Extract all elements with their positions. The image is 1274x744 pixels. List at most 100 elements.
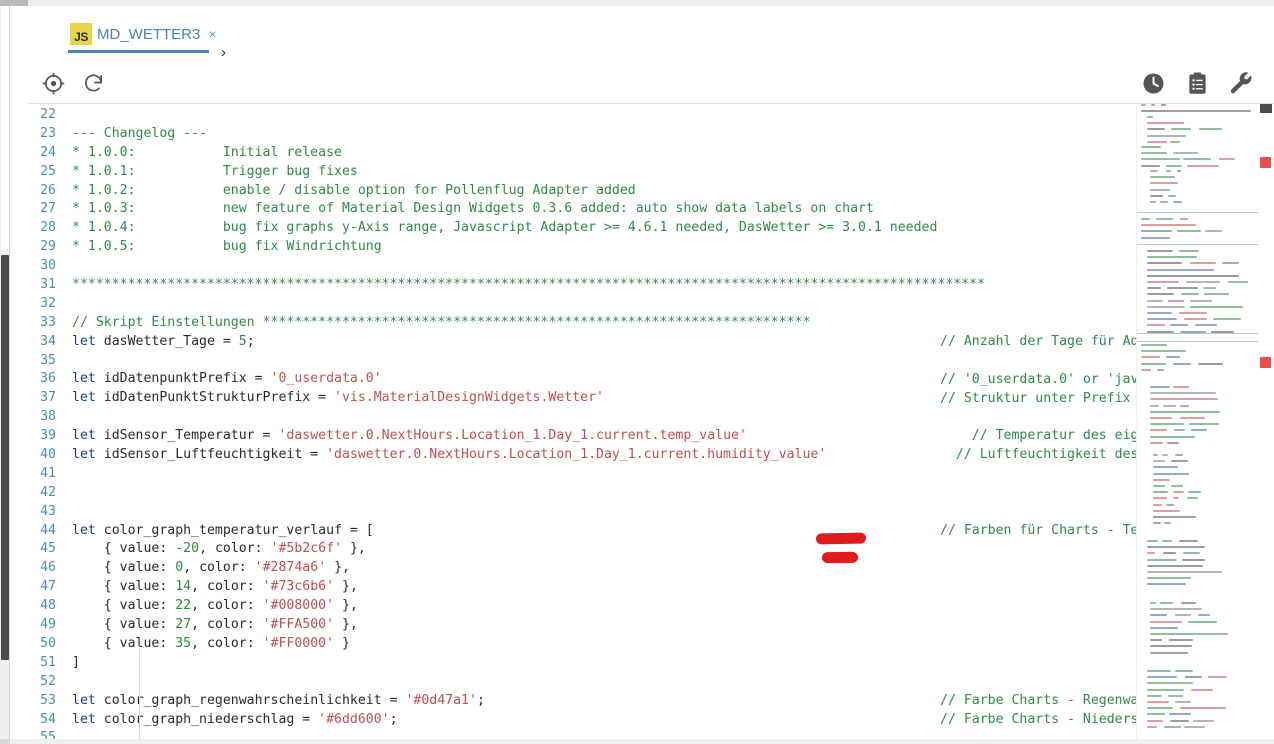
minimap-code-line — [1141, 368, 1152, 371]
code-line[interactable]: * 1.0.2: enable / disable option for Pol… — [66, 182, 1140, 201]
minimap-code-line — [1162, 552, 1177, 555]
code-token-pun: [ — [365, 522, 374, 538]
code-token-pun: ; — [246, 333, 255, 349]
code-line[interactable]: let idDatenpunktPrefix = '0_userdata.0' — [66, 370, 1140, 389]
restart-icon[interactable] — [80, 70, 106, 96]
code-token-str: '#2874a6' — [254, 560, 327, 576]
minimap-code-line — [1184, 725, 1205, 728]
code-token-pun: { — [72, 560, 120, 576]
code-token-pun: }, — [342, 541, 366, 557]
editor-scrollbar-thumb[interactable] — [1260, 104, 1272, 113]
minimap-code-line — [1187, 164, 1220, 167]
code-line[interactable]: * 1.0.5: bug fix Windrichtung — [66, 238, 1140, 257]
minimap-code-line — [1153, 460, 1165, 463]
indent-guide — [139, 649, 140, 744]
code-line[interactable]: ****************************************… — [66, 276, 1140, 295]
code-token-pun: }, — [326, 560, 350, 576]
code-token-id: color — [207, 617, 247, 633]
code-line[interactable]: ] — [66, 654, 1140, 673]
log-icon[interactable] — [1184, 70, 1210, 96]
code-line[interactable] — [66, 673, 1140, 692]
minimap-code-line — [1150, 188, 1171, 191]
code-line[interactable] — [66, 106, 1140, 125]
code-line[interactable]: * 1.0.1: Trigger bug fixes — [66, 163, 1140, 182]
error-marker-2[interactable] — [1260, 357, 1271, 368]
code-line[interactable]: let color_graph_regenwahrscheinlichkeit … — [66, 692, 1140, 711]
minimap-code-line — [1182, 158, 1211, 161]
minimap-code-line — [1165, 164, 1182, 167]
code-line[interactable]: { value: 14, color: '#73c6b6' }, — [66, 578, 1140, 597]
code-line[interactable] — [66, 352, 1140, 371]
code-editor[interactable]: 22 23 24 25 26 27 28 29 30 31 32 33 34 35 36 37 38 39 40 41… — [10, 104, 1274, 744]
code-line[interactable]: let idSensor_Luftfeuchtigkeit = 'daswett… — [66, 446, 1140, 465]
code-line[interactable]: * 1.0.4: bug fix graphs y-Axis range, Ja… — [66, 219, 1140, 238]
minimap-code-line — [1156, 368, 1165, 371]
code-line[interactable]: { value: 27, color: '#FFA500' }, — [66, 616, 1140, 635]
code-token-str: '#008000' — [262, 598, 335, 614]
code-token-pun: , — [191, 598, 208, 614]
code-line[interactable]: let idDatenPunktStrukturPrefix = 'vis.Ma… — [66, 389, 1140, 408]
minimap-code-line — [1173, 201, 1182, 203]
code-content-area[interactable]: --- Changelog --- * 1.0.0: Initial releas… — [66, 104, 1140, 744]
minimap-code-line — [1184, 676, 1202, 679]
window-vertical-scrollbar[interactable] — [0, 6, 10, 744]
code-line[interactable] — [66, 503, 1140, 522]
minimap-code-line — [1147, 583, 1186, 586]
chevron-right-icon[interactable]: › — [221, 44, 226, 61]
line-number: 52 — [40, 673, 56, 689]
minimap-code-line — [1150, 182, 1178, 185]
minimap-code-line — [1198, 128, 1223, 131]
minimap-code-line — [1150, 423, 1185, 426]
code-line[interactable] — [66, 408, 1140, 427]
line-number: 35 — [40, 352, 56, 368]
error-marker-1[interactable] — [1260, 157, 1271, 168]
scrollbar-thumb[interactable] — [1, 255, 9, 660]
line-number: 34 — [40, 333, 56, 349]
code-token-id: value — [119, 617, 160, 633]
code-line[interactable]: { value: 22, color: '#008000' }, — [66, 597, 1140, 616]
editor-vertical-scrollbar[interactable] — [1258, 104, 1274, 744]
minimap-code-line — [1150, 441, 1163, 444]
code-line[interactable]: * 1.0.0: Initial release — [66, 144, 1140, 163]
minimap-code-line — [1166, 170, 1171, 172]
line-number: 48 — [40, 598, 56, 614]
code-line[interactable]: { value: -20, color: '#5b2c6f' }, — [66, 540, 1140, 559]
minimap-code-line — [1186, 497, 1199, 500]
code-line[interactable]: { value: 35, color: '#FF0000' } — [66, 635, 1140, 654]
code-token-com: --- Changelog --- — [72, 125, 207, 141]
code-line[interactable] — [66, 257, 1140, 276]
close-icon[interactable]: × — [208, 27, 216, 41]
minimap-code-line — [1174, 614, 1191, 617]
minimap-code-line — [1147, 134, 1186, 137]
code-token-com: * 1.0.2: enable / disable option for Pol… — [72, 182, 636, 198]
minimap-code-line — [1153, 497, 1167, 500]
code-line[interactable] — [66, 295, 1140, 314]
code-token-id: value — [119, 541, 160, 557]
code-line[interactable] — [66, 484, 1140, 503]
code-token-id: color_graph_temperatur_verlauf = — [95, 522, 366, 538]
code-line[interactable] — [66, 465, 1140, 484]
minimap-code-line — [1141, 152, 1167, 155]
minimap-code-line — [1150, 620, 1182, 623]
minimap-code-line — [1150, 176, 1175, 179]
code-line[interactable]: let dasWetter_Tage = 5; — [66, 333, 1140, 352]
code-minimap[interactable] — [1136, 104, 1258, 744]
minimap-code-line — [1153, 491, 1169, 494]
code-token-kw: let — [72, 371, 96, 387]
toolbar-right-group — [1140, 62, 1254, 104]
locate-script-icon[interactable] — [40, 70, 66, 96]
code-line[interactable]: * 1.0.3: new feature of Material Design … — [66, 200, 1140, 219]
code-token-num: 5 — [238, 333, 247, 349]
line-number: 40 — [40, 447, 56, 463]
history-icon[interactable] — [1140, 70, 1166, 96]
code-line[interactable]: let color_graph_niederschlag = '#6dd600'… — [66, 711, 1140, 730]
code-line[interactable]: { value: 0, color: '#2874a6' }, — [66, 559, 1140, 578]
code-token-pun: { — [72, 541, 120, 557]
minimap-code-line — [1147, 688, 1184, 691]
code-line[interactable]: let idSensor_Temperatur = 'daswetter.0.N… — [66, 427, 1140, 446]
code-line[interactable]: let color_graph_temperatur_verlauf = [ — [66, 522, 1140, 541]
code-line[interactable]: --- Changelog --- — [66, 125, 1140, 144]
code-line[interactable]: // Skript Einstellungen ****************… — [66, 314, 1140, 333]
minimap-code-line — [1147, 540, 1159, 542]
wrench-icon[interactable] — [1228, 70, 1254, 96]
